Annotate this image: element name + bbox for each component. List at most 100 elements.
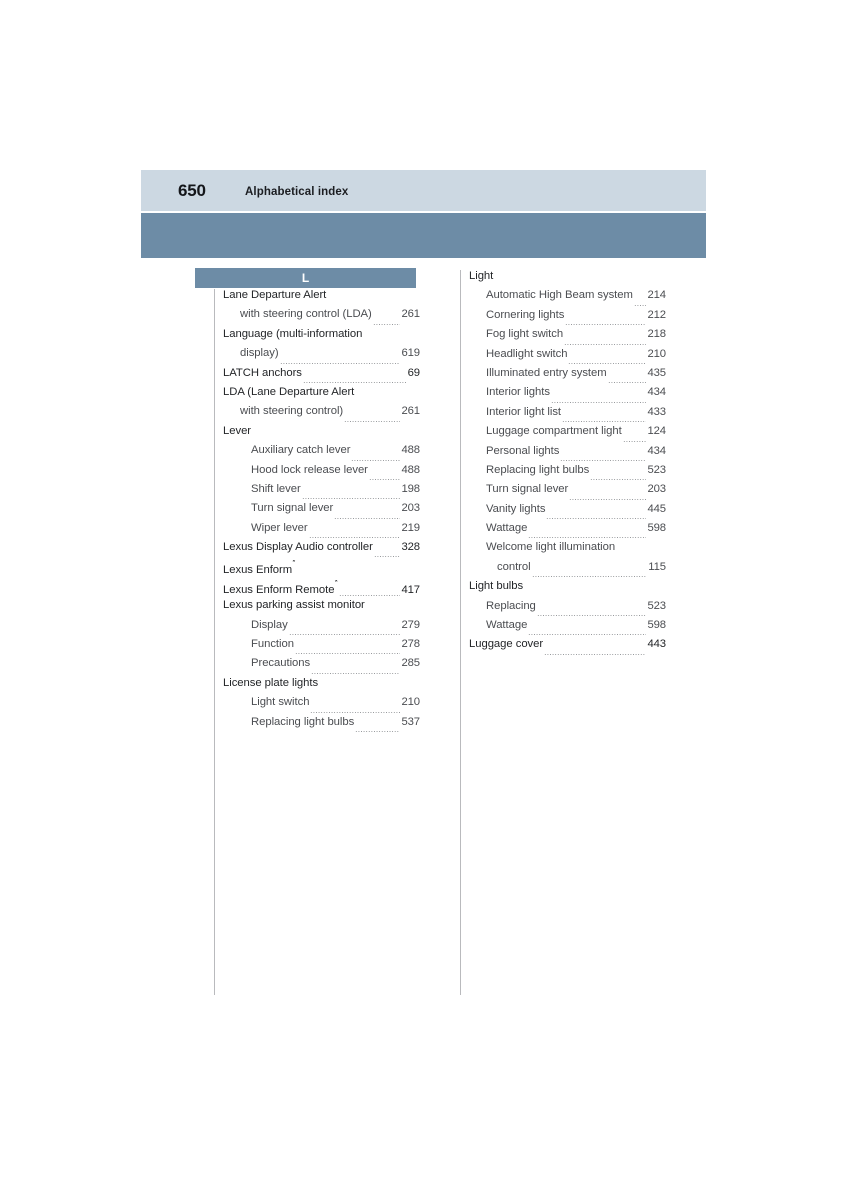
index-entry[interactable]: Display 279 [223, 619, 420, 638]
index-entry[interactable]: Luggage cover 443 [469, 638, 666, 657]
index-entry[interactable]: Interior light list 433 [469, 406, 666, 425]
dot-leader [344, 420, 401, 422]
index-entry-label: Fog light switch [486, 328, 564, 341]
index-entry[interactable]: Shift lever 198 [223, 483, 420, 502]
page-header-band-light [141, 170, 706, 211]
index-entry-label: Language (multi-information [223, 327, 363, 340]
index-entry[interactable]: Wattage 598 [469, 522, 666, 541]
index-entry-label: Replacing light bulbs [486, 463, 590, 476]
dot-leader [355, 730, 401, 732]
index-entry[interactable]: Personal lights 434 [469, 445, 666, 464]
index-entry[interactable]: Headlight switch 210 [469, 348, 666, 367]
index-entry[interactable]: Lexus Enform* [223, 560, 420, 579]
index-entry-page-number: 619 [401, 347, 420, 360]
index-entry-page-number: 203 [401, 502, 420, 515]
index-entry[interactable]: LDA (Lane Departure Alert [223, 386, 420, 405]
index-entry[interactable]: Light switch 210 [223, 696, 420, 715]
index-entry-page-number: 523 [647, 599, 666, 612]
index-column-left: Lane Departure Alert with steering contro… [214, 289, 420, 995]
index-entry[interactable]: License plate lights [223, 677, 420, 696]
index-entry-label: Lane Departure Alert [223, 289, 327, 301]
index-entry[interactable]: Wattage 598 [469, 619, 666, 638]
index-entry[interactable]: LATCH anchors 69 [223, 367, 420, 386]
index-entry[interactable]: Light bulbs [469, 580, 666, 599]
dot-leader [590, 479, 647, 481]
dot-leader [562, 421, 647, 423]
index-entry-list-left: Lane Departure Alert with steering contro… [223, 289, 420, 735]
index-entry-label: LDA (Lane Departure Alert [223, 385, 355, 398]
index-entry[interactable]: Lane Departure Alert [223, 289, 420, 308]
dot-leader [279, 362, 401, 364]
dot-leader [373, 556, 401, 558]
index-entry-page-number: 523 [647, 463, 666, 476]
index-entry[interactable]: Hood lock release lever 488 [223, 464, 420, 483]
dot-leader [528, 634, 647, 636]
index-entry[interactable]: Language (multi-information [223, 328, 420, 347]
index-entry[interactable]: Lexus Display Audio controller 328 [223, 541, 420, 560]
footnote-asterisk-icon: * [334, 579, 338, 587]
index-entry-page-number: 537 [401, 715, 420, 728]
index-entry[interactable]: Replacing 523 [469, 600, 666, 619]
index-entry-label: Lexus Display Audio controller [223, 541, 373, 554]
index-entry-label: Cornering lights [486, 308, 565, 321]
index-entry[interactable]: Auxiliary catch lever 488 [223, 444, 420, 463]
index-entry[interactable]: Function 278 [223, 638, 420, 657]
index-entry-page-number: 598 [647, 522, 666, 535]
index-entry-page-number: 198 [401, 482, 420, 495]
index-entry[interactable]: with steering control (LDA) 261 [223, 308, 420, 327]
index-entry[interactable]: Lever [223, 425, 420, 444]
index-entry-label: Light switch [251, 696, 310, 709]
index-entry[interactable]: Interior lights 434 [469, 386, 666, 405]
dot-leader [633, 304, 647, 306]
page-header-band-dark [141, 213, 706, 258]
index-entry[interactable]: Lexus Enform Remote* 417 [223, 580, 420, 599]
index-entry[interactable]: Light [469, 270, 666, 289]
index-entry-label: Hood lock release lever [251, 463, 368, 476]
index-entry[interactable]: control 115 [469, 561, 666, 580]
index-entry-label: Luggage compartment light [486, 425, 622, 438]
index-entry-page-number: 433 [647, 405, 666, 418]
index-entry-label: Turn signal lever [486, 483, 569, 496]
index-entry-page-number: 115 [648, 560, 666, 573]
index-entry-label: Lexus Enform* [223, 560, 296, 576]
index-entry-label: Interior light list [486, 405, 562, 418]
dot-leader [334, 517, 401, 519]
index-entry[interactable]: Lexus parking assist monitor [223, 599, 420, 618]
index-entry[interactable]: Welcome light illumination [469, 541, 666, 560]
index-entry[interactable]: Luggage compartment light 124 [469, 425, 666, 444]
index-entry[interactable]: Turn signal lever 203 [223, 502, 420, 521]
index-entry-label: display) [240, 347, 279, 360]
index-entry-page-number: 445 [647, 502, 666, 515]
index-entry-page-number: 214 [647, 289, 666, 302]
index-entry-page-number: 124 [647, 425, 666, 438]
index-entry-page-number: 203 [647, 483, 666, 496]
dot-leader [338, 595, 401, 597]
index-entry-label: Function [251, 638, 294, 651]
index-entry-page-number: 261 [401, 405, 420, 418]
index-entry[interactable]: Replacing light bulbs 523 [469, 464, 666, 483]
dot-leader [536, 615, 647, 617]
dot-leader [568, 362, 647, 364]
index-entry[interactable]: Turn signal lever 203 [469, 483, 666, 502]
index-entry[interactable]: display) 619 [223, 347, 420, 366]
index-entry-page-number: 434 [647, 444, 666, 457]
index-entry-label: Wattage [486, 522, 528, 535]
index-entry[interactable]: Illuminated entry system 435 [469, 367, 666, 386]
index-entry[interactable]: Automatic High Beam system 214 [469, 289, 666, 308]
dot-leader [302, 381, 407, 383]
index-entry-label: Vanity lights [486, 502, 546, 515]
page-title: Alphabetical index [245, 186, 349, 198]
index-entry-page-number: 598 [647, 619, 666, 632]
index-entry[interactable]: Cornering lights 212 [469, 309, 666, 328]
index-entry-page-number: 210 [647, 347, 666, 360]
index-entry-label: Precautions [251, 657, 311, 670]
index-entry-page-number: 488 [401, 444, 420, 457]
index-entry[interactable]: Replacing light bulbs 537 [223, 716, 420, 735]
index-entry[interactable]: with steering control) 261 [223, 405, 420, 424]
dot-leader [301, 498, 401, 500]
index-entry[interactable]: Precautions 285 [223, 657, 420, 676]
index-entry[interactable]: Wiper lever 219 [223, 522, 420, 541]
dot-leader [368, 478, 401, 480]
index-entry[interactable]: Vanity lights 445 [469, 503, 666, 522]
index-entry[interactable]: Fog light switch 218 [469, 328, 666, 347]
